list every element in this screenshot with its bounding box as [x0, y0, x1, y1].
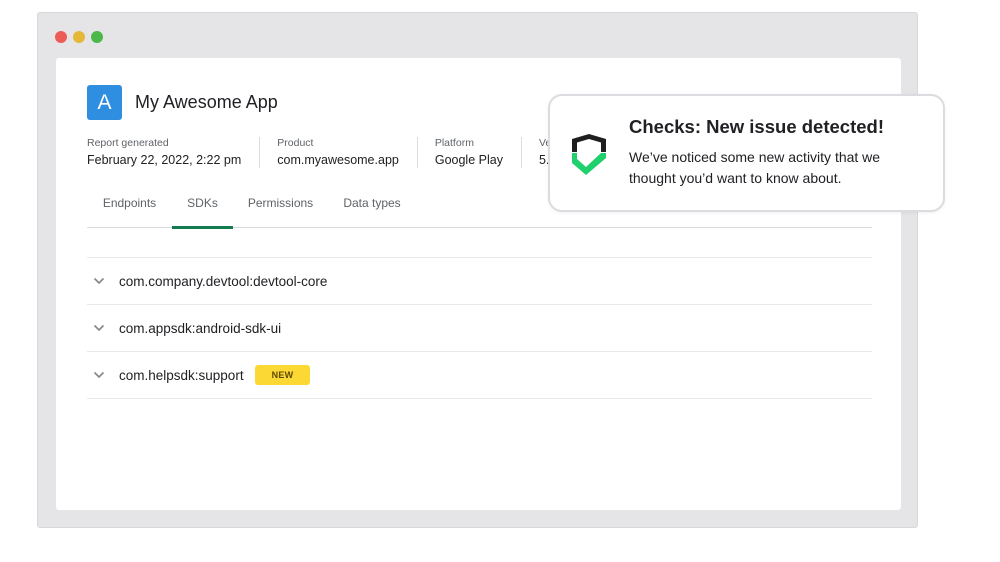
sdk-row[interactable]: com.helpsdk:support NEW — [87, 352, 872, 399]
sdk-row[interactable]: com.company.devtool:devtool-core — [87, 258, 872, 305]
tab-label: Permissions — [247, 196, 314, 210]
app-avatar: A — [87, 85, 122, 120]
tab-data-types[interactable]: Data types — [328, 184, 416, 228]
meta-value: February 22, 2022, 2:22 pm — [87, 153, 242, 167]
meta-report-generated: Report generated February 22, 2022, 2:22… — [87, 137, 261, 168]
notification-body: We’ve noticed some new activity that we … — [629, 149, 881, 186]
chevron-down-icon[interactable] — [89, 324, 109, 332]
active-tab-indicator — [172, 226, 233, 229]
meta-label: Product — [277, 137, 314, 149]
meta-platform: Platform Google Play — [435, 137, 522, 168]
chevron-down-icon[interactable] — [89, 371, 109, 379]
minimize-dot[interactable] — [73, 31, 85, 43]
sdk-name: com.company.devtool:devtool-core — [119, 273, 328, 289]
tab-sdks[interactable]: SDKs — [172, 184, 233, 229]
window-controls — [55, 31, 103, 43]
meta-product: Product com.myawesome.app — [277, 137, 418, 168]
meta-value: Google Play — [434, 153, 503, 167]
chevron-down-icon[interactable] — [89, 277, 109, 285]
maximize-dot[interactable] — [91, 31, 103, 43]
tab-label: Data types — [343, 196, 401, 210]
close-dot[interactable] — [55, 31, 67, 43]
sdk-name: com.helpsdk:support — [119, 367, 244, 383]
meta-label: Report generated — [87, 137, 169, 149]
tab-endpoints[interactable]: Endpoints — [87, 184, 172, 228]
report-meta: Report generated February 22, 2022, 2:22… — [87, 137, 609, 168]
sdk-name: com.appsdk:android-sdk-ui — [119, 320, 282, 336]
tab-label: SDKs — [187, 196, 218, 210]
app-title: My Awesome App — [135, 92, 278, 112]
notification-title: Checks: New issue detected! — [629, 116, 884, 137]
new-badge: NEW — [254, 365, 311, 385]
tab-permissions[interactable]: Permissions — [233, 184, 328, 228]
sdk-row[interactable]: com.appsdk:android-sdk-ui — [87, 305, 872, 352]
app-header: A My Awesome App — [87, 85, 278, 120]
shield-check-icon — [572, 134, 606, 175]
sdk-list: com.company.devtool:devtool-core com.app… — [87, 257, 872, 399]
meta-value: com.myawesome.app — [277, 153, 399, 167]
meta-label: Platform — [434, 137, 474, 149]
browser-window: A My Awesome App Report generated Februa… — [37, 12, 918, 528]
issue-notification[interactable]: Checks: New issue detected! We’ve notice… — [548, 94, 945, 212]
tab-label: Endpoints — [102, 196, 157, 210]
